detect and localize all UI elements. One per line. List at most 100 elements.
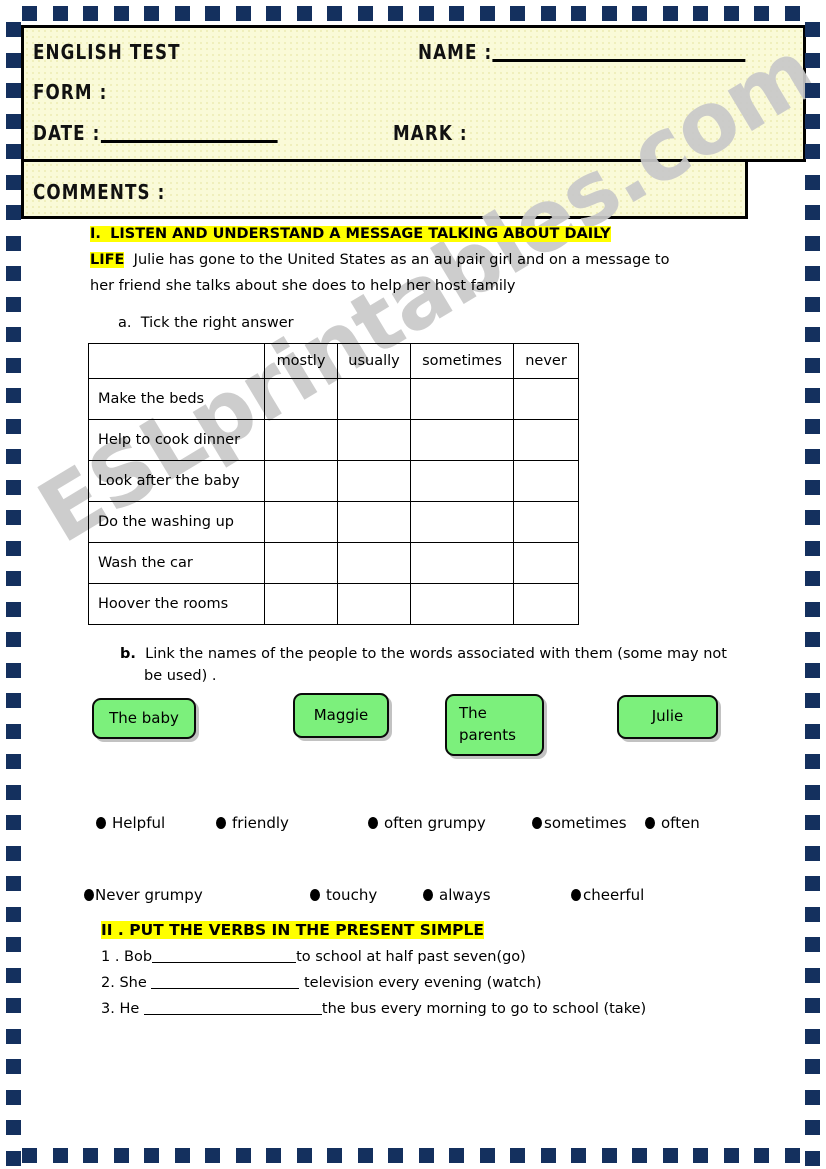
border-square bbox=[754, 6, 769, 21]
table-row: Make the beds bbox=[88, 378, 579, 420]
person-box-the-baby[interactable]: The baby bbox=[92, 698, 196, 739]
bullet-dot-icon bbox=[532, 817, 542, 829]
date-input-line[interactable] bbox=[100, 140, 278, 143]
border-square bbox=[480, 6, 495, 21]
border-square bbox=[785, 6, 800, 21]
tick-cell-mostly[interactable] bbox=[264, 419, 338, 461]
date-field-row: DATE : bbox=[33, 121, 278, 145]
tick-cell-sometimes[interactable] bbox=[410, 419, 514, 461]
border-square bbox=[388, 6, 403, 21]
frequency-tick-table: mostly usually sometimes never Make the … bbox=[88, 343, 579, 625]
border-square bbox=[6, 632, 21, 647]
border-right bbox=[805, 0, 820, 1169]
border-square bbox=[388, 1148, 403, 1163]
border-square bbox=[693, 6, 708, 21]
tick-cell-mostly[interactable] bbox=[264, 460, 338, 502]
border-square bbox=[632, 6, 647, 21]
border-square bbox=[541, 6, 556, 21]
tick-cell-never[interactable] bbox=[513, 460, 579, 502]
border-square bbox=[22, 6, 37, 21]
tick-cell-sometimes[interactable] bbox=[410, 542, 514, 584]
tick-cell-mostly[interactable] bbox=[264, 542, 338, 584]
verb-item-3-suffix: the bus every morning to go to school (t… bbox=[321, 1001, 647, 1017]
border-square bbox=[805, 510, 820, 525]
border-square bbox=[6, 754, 21, 769]
word-option-always[interactable]: always bbox=[423, 886, 491, 904]
bullet-dot-icon bbox=[310, 889, 320, 901]
task-b-line2: be used) . bbox=[144, 668, 217, 684]
tick-cell-never[interactable] bbox=[513, 583, 579, 625]
border-square bbox=[6, 114, 21, 129]
word-option-sometimes[interactable]: sometimes bbox=[532, 814, 627, 832]
border-square bbox=[571, 1148, 586, 1163]
border-square bbox=[449, 1148, 464, 1163]
border-square bbox=[632, 1148, 647, 1163]
word-option-friendly[interactable]: friendly bbox=[216, 814, 289, 832]
border-square bbox=[266, 6, 281, 21]
border-square bbox=[805, 846, 820, 861]
tick-cell-mostly[interactable] bbox=[264, 501, 338, 543]
tick-cell-usually[interactable] bbox=[337, 419, 411, 461]
bullet-dot-icon bbox=[368, 817, 378, 829]
border-square bbox=[805, 632, 820, 647]
person-box-julie[interactable]: Julie bbox=[617, 695, 718, 739]
border-square bbox=[327, 1148, 342, 1163]
table-header-row: mostly usually sometimes never bbox=[88, 343, 579, 379]
tick-cell-sometimes[interactable] bbox=[410, 378, 514, 420]
person-box-the-parents[interactable]: The parents bbox=[445, 694, 544, 756]
verb-item-2-prefix: 2. She bbox=[101, 975, 152, 991]
word-option-often[interactable]: often bbox=[645, 814, 700, 832]
row-label: Wash the car bbox=[88, 542, 265, 584]
word-option-cheerful[interactable]: cheerful bbox=[571, 886, 644, 904]
word-option-touchy[interactable]: touchy bbox=[310, 886, 377, 904]
tick-cell-mostly[interactable] bbox=[264, 583, 338, 625]
column-header-sometimes: sometimes bbox=[410, 343, 514, 379]
row-label: Hoover the rooms bbox=[88, 583, 265, 625]
tick-cell-usually[interactable] bbox=[337, 542, 411, 584]
tick-cell-never[interactable] bbox=[513, 378, 579, 420]
tick-cell-sometimes[interactable] bbox=[410, 501, 514, 543]
name-input-line[interactable] bbox=[492, 59, 746, 62]
section-one-number: I. bbox=[90, 226, 101, 242]
tick-cell-usually[interactable] bbox=[337, 501, 411, 543]
bullet-dot-icon bbox=[96, 817, 106, 829]
section-one-heading-cont: LIFE bbox=[90, 252, 125, 268]
border-square bbox=[805, 876, 820, 891]
person-box-maggie[interactable]: Maggie bbox=[293, 693, 389, 738]
task-a-text: Tick the right answer bbox=[140, 315, 294, 331]
border-square bbox=[805, 1029, 820, 1044]
border-square bbox=[6, 480, 21, 495]
border-square bbox=[6, 175, 21, 190]
border-square bbox=[6, 1090, 21, 1105]
border-square bbox=[805, 1120, 820, 1135]
word-option-helpful[interactable]: Helpful bbox=[96, 814, 165, 832]
tick-cell-sometimes[interactable] bbox=[410, 460, 514, 502]
word-label: Helpful bbox=[112, 814, 166, 832]
tick-cell-mostly[interactable] bbox=[264, 378, 338, 420]
row-label: Look after the baby bbox=[88, 460, 265, 502]
border-square bbox=[6, 205, 21, 220]
tick-cell-sometimes[interactable] bbox=[410, 583, 514, 625]
verb-blank-3[interactable] bbox=[143, 1014, 322, 1015]
border-square bbox=[805, 1151, 820, 1166]
tick-cell-usually[interactable] bbox=[337, 378, 411, 420]
table-row: Hoover the rooms bbox=[88, 583, 579, 625]
border-square bbox=[805, 388, 820, 403]
verb-blank-2[interactable] bbox=[151, 988, 300, 989]
border-square bbox=[6, 1059, 21, 1074]
verb-item-1-suffix: to school at half past seven(go) bbox=[296, 949, 526, 965]
tick-cell-never[interactable] bbox=[513, 542, 579, 584]
border-square bbox=[805, 1059, 820, 1074]
tick-cell-usually[interactable] bbox=[337, 460, 411, 502]
word-option-never-grumpy[interactable]: Never grumpy bbox=[84, 886, 203, 904]
border-square bbox=[6, 53, 21, 68]
border-square bbox=[480, 1148, 495, 1163]
tick-cell-usually[interactable] bbox=[337, 583, 411, 625]
border-square bbox=[449, 6, 464, 21]
word-option-often-grumpy[interactable]: often grumpy bbox=[368, 814, 486, 832]
tick-cell-never[interactable] bbox=[513, 501, 579, 543]
word-label: often bbox=[661, 814, 700, 832]
border-square bbox=[175, 1148, 190, 1163]
tick-cell-never[interactable] bbox=[513, 419, 579, 461]
verb-blank-1[interactable] bbox=[152, 962, 297, 963]
